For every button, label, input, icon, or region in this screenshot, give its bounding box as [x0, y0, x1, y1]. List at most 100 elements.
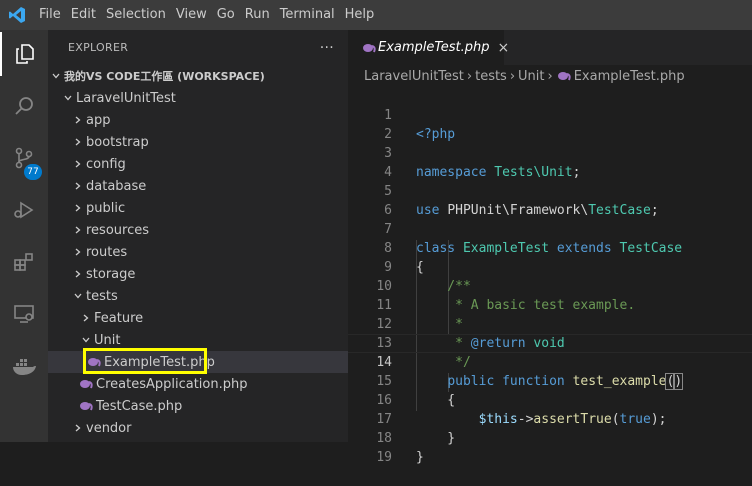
code-editor[interactable]: 1 <?php 2 3 namespace Tests\Unit; 4 5 us…	[348, 87, 752, 465]
tree-label: routes	[86, 244, 128, 260]
activity-bar: 77	[0, 30, 48, 442]
menu-selection[interactable]: Selection	[101, 0, 171, 30]
chevron-right-icon	[78, 313, 94, 323]
tree-label: ExampleTest.php	[104, 354, 215, 370]
chevron-right-icon	[70, 203, 86, 213]
code-line: 10 * A basic test example.	[348, 258, 752, 313]
code-line: 17 }	[348, 391, 752, 446]
php-elephant-icon	[86, 356, 102, 368]
code-line: 3 namespace Tests\Unit;	[348, 125, 752, 180]
chevron-right-icon	[70, 115, 86, 125]
breadcrumb-item[interactable]: Unit	[518, 69, 544, 84]
menu-edit[interactable]: Edit	[66, 0, 101, 30]
tree-file-testcase[interactable]: TestCase.php	[48, 395, 348, 417]
tree-label: storage	[86, 266, 136, 282]
tree-folder-storage[interactable]: storage	[48, 263, 348, 285]
close-icon[interactable]: ×	[497, 40, 509, 56]
tree-label: database	[86, 178, 147, 194]
breadcrumb-item[interactable]: ExampleTest.php	[574, 69, 685, 84]
chevron-right-icon	[70, 269, 86, 279]
tree-label: app	[86, 112, 111, 128]
chevron-down-icon	[60, 93, 76, 103]
chevron-down-icon	[70, 291, 86, 301]
tree-label: config	[86, 156, 126, 172]
php-elephant-icon	[556, 70, 572, 82]
tree-label: Feature	[94, 310, 144, 326]
code-line: 16 $this->assertTrue(true);	[348, 372, 752, 427]
menu-bar: File Edit Selection View Go Run Terminal…	[0, 0, 752, 30]
code-line: 7 class ExampleTest extends TestCase	[348, 201, 752, 256]
tree-label: TestCase.php	[96, 398, 183, 414]
tree-file-exampletest[interactable]: ExampleTest.php	[48, 351, 348, 373]
docker-icon[interactable]	[0, 344, 48, 388]
code-line: 6	[348, 182, 752, 218]
code-line: 5 use PHPUnit\Framework\TestCase;	[348, 163, 752, 218]
editor-tab-bar: ExampleTest.php ×	[348, 30, 752, 65]
php-elephant-icon	[78, 400, 94, 412]
chevron-right-icon: ›	[509, 68, 516, 84]
tree-folder-laravelunittest[interactable]: LaravelUnitTest	[48, 87, 348, 109]
code-line: 8 {	[348, 220, 752, 275]
explorer-header: EXPLORER ···	[48, 30, 348, 65]
files-icon[interactable]	[0, 32, 48, 76]
tree-label: CreatesApplication.php	[96, 376, 248, 392]
scm-count-badge: 77	[24, 164, 42, 180]
chevron-right-icon	[70, 423, 86, 433]
menu-terminal[interactable]: Terminal	[275, 0, 340, 30]
tab-label: ExampleTest.php	[378, 40, 490, 55]
code-line-current: 14 public function test_example()	[348, 334, 752, 390]
code-line: 4	[348, 144, 752, 180]
search-icon[interactable]	[0, 84, 48, 128]
tree-folder-app[interactable]: app	[48, 109, 348, 131]
tree-folder-config[interactable]: config	[48, 153, 348, 175]
chevron-right-icon	[70, 137, 86, 147]
code-text: }	[416, 450, 424, 465]
chevron-right-icon	[70, 181, 86, 191]
more-actions-button[interactable]: ···	[320, 40, 334, 56]
tree-label: bootstrap	[86, 134, 149, 150]
tree-folder-bootstrap[interactable]: bootstrap	[48, 131, 348, 153]
breadcrumb-item[interactable]: LaravelUnitTest	[364, 69, 464, 84]
tree-folder-vendor[interactable]: vendor	[48, 417, 348, 439]
tree-folder-routes[interactable]: routes	[48, 241, 348, 263]
menu-run[interactable]: Run	[240, 0, 275, 30]
tree-label: resources	[86, 222, 150, 238]
menu-help[interactable]: Help	[340, 0, 380, 30]
explorer-sidebar: EXPLORER ··· 我的VS CODE工作區 (WORKSPACE) La…	[48, 30, 348, 442]
tree-label: public	[86, 200, 126, 216]
chevron-down-icon	[78, 335, 94, 345]
breadcrumb-item[interactable]: tests	[475, 69, 507, 84]
code-line: 13 */	[348, 315, 752, 370]
menu-file[interactable]: File	[34, 0, 66, 30]
tree-folder-resources[interactable]: resources	[48, 219, 348, 241]
remote-explorer-icon[interactable]	[0, 292, 48, 336]
workspace-header[interactable]: 我的VS CODE工作區 (WORKSPACE)	[48, 65, 348, 87]
tree-folder-tests[interactable]: tests	[48, 285, 348, 307]
run-debug-icon[interactable]	[0, 188, 48, 232]
tree-folder-feature[interactable]: Feature	[48, 307, 348, 329]
tree-folder-public[interactable]: public	[48, 197, 348, 219]
extensions-icon[interactable]	[0, 240, 48, 284]
tree-file-createsapplication[interactable]: CreatesApplication.php	[48, 373, 348, 395]
php-elephant-icon	[78, 378, 94, 390]
tree-folder-unit[interactable]: Unit	[48, 329, 348, 351]
tree-label: Unit	[94, 332, 121, 348]
chevron-down-icon	[48, 71, 64, 81]
workspace-name: 我的VS CODE工作區 (WORKSPACE)	[64, 70, 265, 83]
tree-label: LaravelUnitTest	[76, 90, 176, 106]
vscode-logo-icon	[0, 0, 34, 30]
code-line: 15 {	[348, 353, 752, 408]
menu-view[interactable]: View	[171, 0, 212, 30]
chevron-right-icon: ›	[547, 68, 553, 84]
tree-label: tests	[86, 288, 118, 304]
tab-exampletest[interactable]: ExampleTest.php ×	[348, 30, 509, 65]
chevron-right-icon	[70, 225, 86, 235]
source-control-icon[interactable]: 77	[0, 136, 48, 180]
tree-folder-database[interactable]: database	[48, 175, 348, 197]
menu-go[interactable]: Go	[212, 0, 240, 30]
code-line: 18 }	[348, 410, 752, 465]
code-line: 2	[348, 106, 752, 142]
chevron-right-icon: ›	[466, 68, 473, 84]
line-number: 19	[376, 450, 392, 465]
code-line: 19	[348, 429, 752, 465]
